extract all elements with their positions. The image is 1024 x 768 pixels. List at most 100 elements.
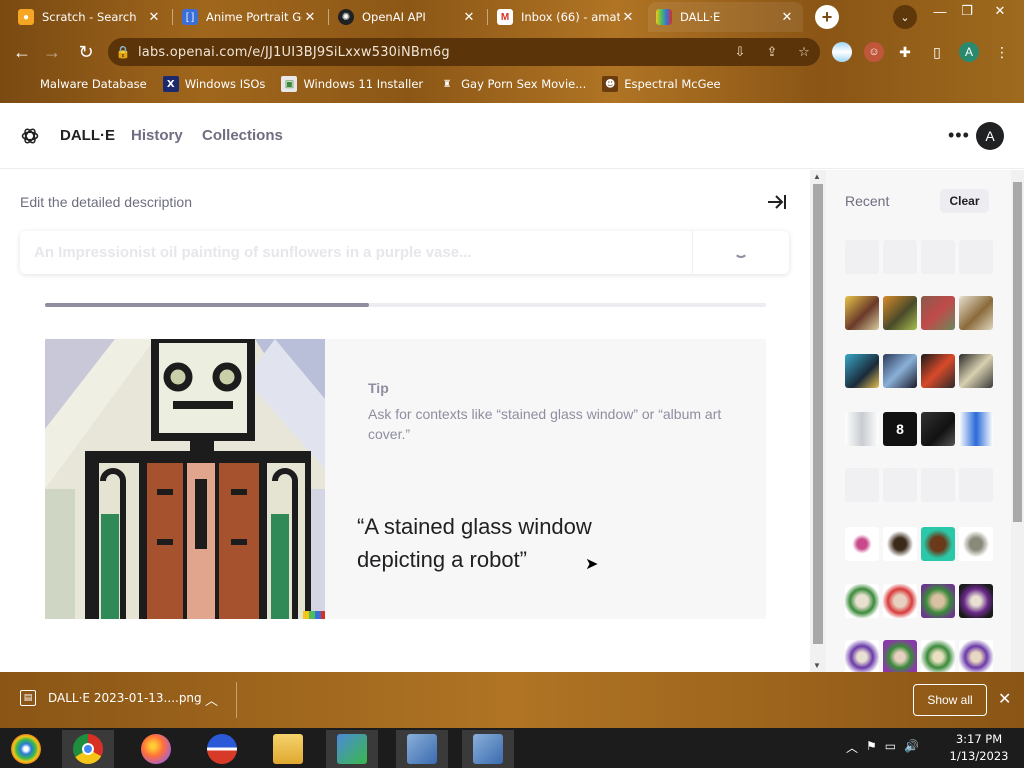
recent-thumbnail[interactable]: [959, 412, 993, 446]
recent-thumbnail[interactable]: [921, 468, 955, 502]
clear-button[interactable]: Clear: [940, 189, 989, 213]
close-icon[interactable]: ✕: [302, 9, 318, 25]
recent-thumbnail[interactable]: [921, 527, 955, 561]
scroll-up-arrow-icon[interactable]: ▲: [813, 172, 821, 181]
recent-thumbnail[interactable]: [959, 240, 993, 274]
tab-dalle[interactable]: DALL·E ✕: [648, 2, 803, 32]
puzzle-icon[interactable]: ✚: [895, 42, 915, 62]
chevron-up-icon[interactable]: ︿: [205, 690, 218, 709]
nav-history[interactable]: History: [131, 127, 183, 144]
forward-button[interactable]: →: [40, 40, 64, 64]
taskbar-file-explorer[interactable]: [262, 730, 314, 768]
recent-thumbnail[interactable]: [921, 584, 955, 618]
tab-search-button[interactable]: ⌄: [893, 5, 917, 29]
taskbar-setup-2[interactable]: [462, 730, 514, 768]
sidebar-scrollbar[interactable]: [1011, 170, 1024, 672]
nav-collections[interactable]: Collections: [202, 127, 283, 144]
flag-extension-icon[interactable]: [832, 42, 852, 62]
recent-thumbnail[interactable]: [883, 584, 917, 618]
volume-icon[interactable]: 🔊: [904, 739, 919, 756]
close-icon[interactable]: ✕: [620, 9, 636, 25]
reload-button[interactable]: ↻: [74, 40, 98, 64]
recent-thumbnail[interactable]: [845, 584, 879, 618]
recent-thumbnail[interactable]: [959, 584, 993, 618]
taskbar-network[interactable]: [326, 730, 378, 768]
avatar-extension-icon[interactable]: ☺: [864, 42, 884, 62]
bookmark-star-icon[interactable]: ☆: [788, 44, 820, 60]
taskbar-setup[interactable]: [396, 730, 448, 768]
tab-inbox[interactable]: M Inbox (66) - amat ✕: [489, 2, 644, 32]
sidebar-scrollbar-thumb[interactable]: [1013, 182, 1022, 522]
recent-thumbnail[interactable]: [845, 354, 879, 388]
recent-thumbnail[interactable]: [959, 640, 993, 672]
recent-thumbnail[interactable]: [921, 640, 955, 672]
start-button[interactable]: [0, 730, 52, 768]
recent-thumbnail[interactable]: [845, 412, 879, 446]
recent-thumbnail[interactable]: [921, 240, 955, 274]
recent-thumbnail[interactable]: [883, 468, 917, 502]
download-item[interactable]: ▤ DALL·E 2023-01-13....png: [20, 690, 202, 706]
minimize-button[interactable]: —: [926, 2, 954, 20]
flag-icon[interactable]: ⚑: [866, 739, 877, 756]
recent-thumbnail[interactable]: [883, 640, 917, 672]
prompt-input[interactable]: [20, 244, 692, 261]
recent-thumbnail[interactable]: [959, 527, 993, 561]
taskbar-chrome[interactable]: [62, 730, 114, 768]
recent-thumbnail[interactable]: [959, 354, 993, 388]
collapse-panel-icon[interactable]: [766, 192, 788, 212]
recent-thumbnail[interactable]: [845, 240, 879, 274]
recent-thumbnail[interactable]: [883, 354, 917, 388]
close-icon[interactable]: ✕: [779, 9, 795, 25]
editor-panel: Edit the detailed description An Impress…: [0, 170, 810, 672]
recent-thumbnail[interactable]: [845, 527, 879, 561]
openai-logo-icon[interactable]: [20, 126, 40, 146]
sidepanel-icon[interactable]: ▯: [927, 42, 947, 62]
show-all-button[interactable]: Show all: [913, 684, 987, 716]
new-tab-button[interactable]: +: [815, 5, 839, 29]
bookmark-windows-11-installer[interactable]: ▣ Windows 11 Installer: [281, 76, 423, 92]
scrollbar-thumb[interactable]: [813, 184, 823, 644]
clock[interactable]: 3:17 PM 1/13/2023: [948, 731, 1010, 765]
tab-anime-portrait[interactable]: [ ] Anime Portrait Ge ✕: [174, 2, 326, 32]
bookmark-windows-isos[interactable]: X Windows ISOs: [162, 76, 265, 92]
recent-thumbnail[interactable]: [845, 640, 879, 672]
recent-thumbnail[interactable]: [883, 527, 917, 561]
recent-thumbnail[interactable]: [845, 296, 879, 330]
close-icon[interactable]: ✕: [146, 9, 162, 25]
taskbar-app[interactable]: [196, 730, 248, 768]
bookmark-malware-database[interactable]: Malware Database: [18, 76, 147, 92]
recent-thumbnail[interactable]: [959, 296, 993, 330]
recent-thumbnail[interactable]: 8: [883, 412, 917, 446]
network-status-icon[interactable]: ▭: [885, 739, 896, 756]
recent-thumbnail[interactable]: [921, 412, 955, 446]
taskbar-firefox[interactable]: [130, 730, 182, 768]
tab-openai-api[interactable]: ✺ OpenAI API ✕: [330, 2, 485, 32]
recent-thumbnail[interactable]: [921, 354, 955, 388]
main-scrollbar[interactable]: ▲ ▼: [810, 170, 826, 672]
close-icon[interactable]: ✕: [461, 9, 477, 25]
recent-thumbnail[interactable]: [883, 240, 917, 274]
tab-scratch-search[interactable]: ● Scratch - Search ✕: [10, 2, 170, 32]
more-options-icon[interactable]: •••: [948, 125, 970, 146]
recent-thumbnail[interactable]: [883, 296, 917, 330]
recent-thumbnail[interactable]: [845, 468, 879, 502]
download-icon[interactable]: ⇩: [724, 44, 756, 60]
lock-icon[interactable]: 🔒: [108, 45, 138, 59]
bookmark-espectral-mcgee[interactable]: ☻ Espectral McGee: [602, 76, 721, 92]
address-bar[interactable]: 🔒 labs.openai.com/e/JJ1UI3BJ9SiLxxw530iN…: [108, 38, 820, 66]
profile-avatar[interactable]: A: [959, 42, 979, 62]
close-downloads-icon[interactable]: ✕: [998, 689, 1011, 709]
share-icon[interactable]: ⇪: [756, 44, 788, 60]
scroll-down-arrow-icon[interactable]: ▼: [813, 661, 821, 670]
menu-kebab-icon[interactable]: ⋮: [992, 42, 1012, 62]
recent-thumbnail[interactable]: [921, 296, 955, 330]
url-text[interactable]: labs.openai.com/e/JJ1UI3BJ9SiLxxw530iNBm…: [138, 45, 724, 60]
recent-thumbnail[interactable]: [959, 468, 993, 502]
brand-title[interactable]: DALL·E: [60, 127, 115, 144]
back-button[interactable]: ←: [10, 40, 34, 64]
window-close-button[interactable]: ✕: [986, 2, 1014, 20]
chevron-up-icon[interactable]: ︿: [846, 739, 858, 756]
bookmark-gay-porn[interactable]: ♜ Gay Porn Sex Movie...: [439, 76, 587, 92]
user-avatar[interactable]: A: [976, 122, 1004, 150]
restore-button[interactable]: ❐: [953, 2, 981, 20]
